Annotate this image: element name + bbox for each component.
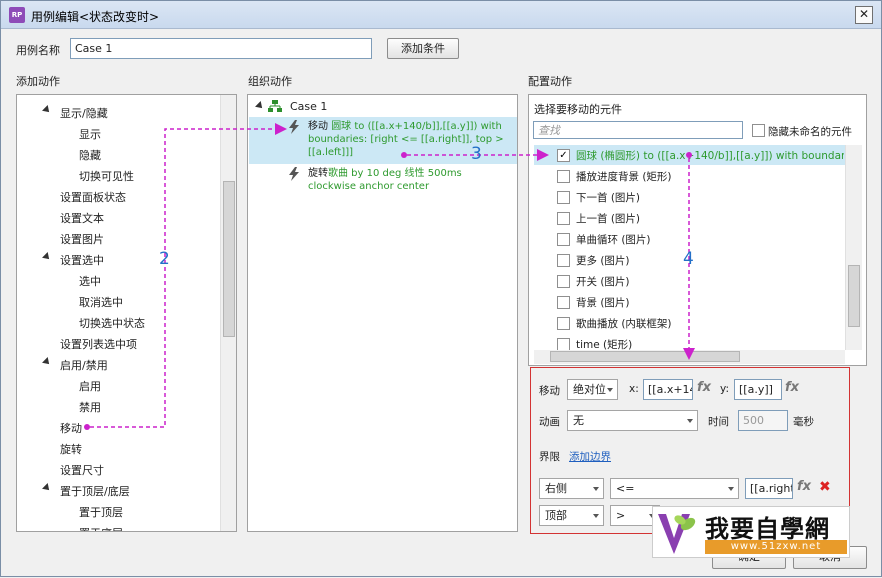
arrow-2-start — [84, 424, 90, 430]
arrow-2 — [90, 123, 287, 428]
annotation-2: 2 — [159, 249, 170, 269]
arrow-3-start — [401, 152, 407, 158]
arrow-4-start — [686, 152, 692, 158]
annotation-arrows — [84, 123, 695, 430]
annotation-4: 4 — [683, 249, 694, 269]
annotation-3: 3 — [471, 144, 482, 164]
use-case-editor-dialog: RP 用例编辑<状态改变时> ✕ 用例名称 Case 1 添加条件 添加动作 组… — [0, 0, 882, 577]
